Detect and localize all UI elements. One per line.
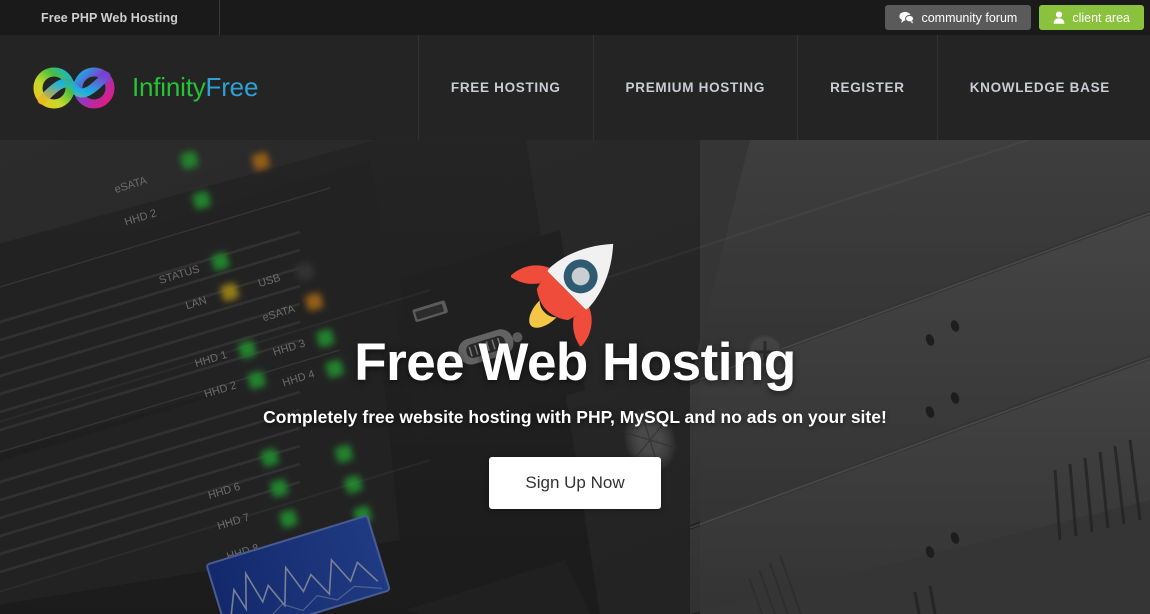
site-header: InfinityFree FREE HOSTING PREMIUM HOSTIN… <box>0 35 1150 140</box>
browser-tab[interactable]: Free PHP Web Hosting <box>0 0 220 35</box>
sign-up-now-button[interactable]: Sign Up Now <box>489 457 661 509</box>
browser-tab-title: Free PHP Web Hosting <box>41 10 178 25</box>
site-logo[interactable]: InfinityFree <box>0 35 258 140</box>
client-area-label: client area <box>1072 10 1130 25</box>
nav-item-label: REGISTER <box>830 80 905 95</box>
hero-title: Free Web Hosting <box>354 333 796 392</box>
client-area-button[interactable]: client area <box>1039 5 1144 30</box>
logo-text-secondary: Free <box>205 72 259 102</box>
site-logo-text: InfinityFree <box>132 72 258 103</box>
hero-section: eSATA HHD 2 STATUS LAN USB eSATA HHD 1 H… <box>0 140 1150 614</box>
nav-item-free-hosting[interactable]: FREE HOSTING <box>417 35 593 140</box>
hero-subtitle: Completely free website hosting with PHP… <box>263 407 887 427</box>
community-forum-label: community forum <box>921 10 1018 25</box>
community-forum-button[interactable]: community forum <box>885 5 1032 30</box>
nav-item-label: FREE HOSTING <box>450 80 561 95</box>
nav-item-premium-hosting[interactable]: PREMIUM HOSTING <box>592 35 798 140</box>
comments-icon <box>899 11 915 24</box>
nav-item-label: KNOWLEDGE BASE <box>969 80 1110 95</box>
rocket-icon <box>509 218 639 348</box>
logo-text-primary: Infinity <box>132 72 206 102</box>
hero-content: Free Web Hosting Completely free website… <box>0 140 1150 614</box>
top-utility-buttons: community forum client area <box>885 0 1144 35</box>
nav-item-register[interactable]: REGISTER <box>797 35 937 140</box>
user-icon <box>1053 11 1065 24</box>
infinity-icon <box>28 62 120 114</box>
main-navigation: FREE HOSTING PREMIUM HOSTING REGISTER KN… <box>417 35 1150 140</box>
nav-item-label: PREMIUM HOSTING <box>625 80 766 95</box>
nav-item-knowledge-base[interactable]: KNOWLEDGE BASE <box>936 35 1150 140</box>
